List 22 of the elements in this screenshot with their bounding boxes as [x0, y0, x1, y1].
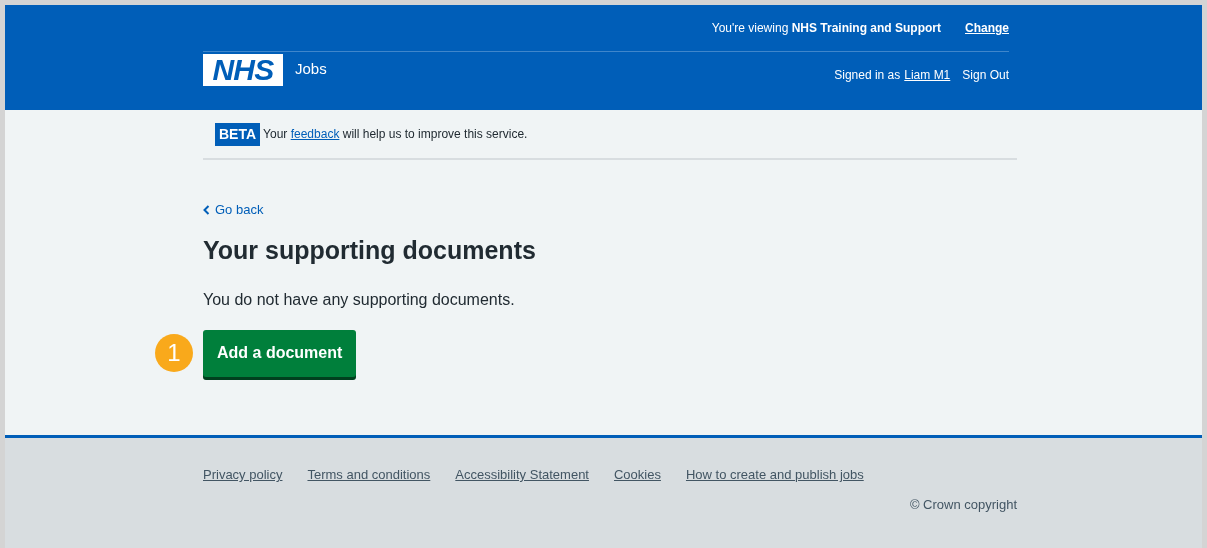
feedback-link[interactable]: feedback: [290, 127, 340, 141]
add-document-button[interactable]: Add a document: [203, 329, 357, 377]
footer-link[interactable]: Accessibility Statement: [455, 465, 589, 485]
service-name: Jobs: [295, 59, 327, 79]
body-text: You do not have any supporting documents.: [203, 289, 516, 310]
viewing-organisation-text: You're viewing NHS Training and Support: [711, 20, 941, 37]
back-link[interactable]: Go back: [203, 200, 264, 220]
nhs-logo[interactable]: NHS: [203, 54, 283, 86]
footer-link[interactable]: How to create and publish jobs: [685, 465, 864, 485]
sign-out-link[interactable]: Sign Out: [962, 66, 1009, 84]
footer-link[interactable]: Terms and conditions: [307, 465, 431, 485]
footer-link[interactable]: Privacy policy: [203, 465, 283, 485]
user-link[interactable]: Liam M1: [904, 66, 951, 84]
signed-in-text: Signed in as: [834, 67, 901, 84]
footer-link[interactable]: Cookies: [614, 465, 661, 485]
copyright-text: © Crown copyright: [909, 495, 1017, 514]
page-heading: Your supporting documents: [203, 234, 537, 266]
change-link[interactable]: Change: [965, 19, 1009, 37]
chevron-left-icon: [203, 204, 210, 215]
step-callout-badge: 1: [155, 333, 193, 372]
beta-tag: BETA: [215, 122, 261, 146]
beta-banner-text: Your feedback will help us to improve this service.: [263, 126, 528, 143]
